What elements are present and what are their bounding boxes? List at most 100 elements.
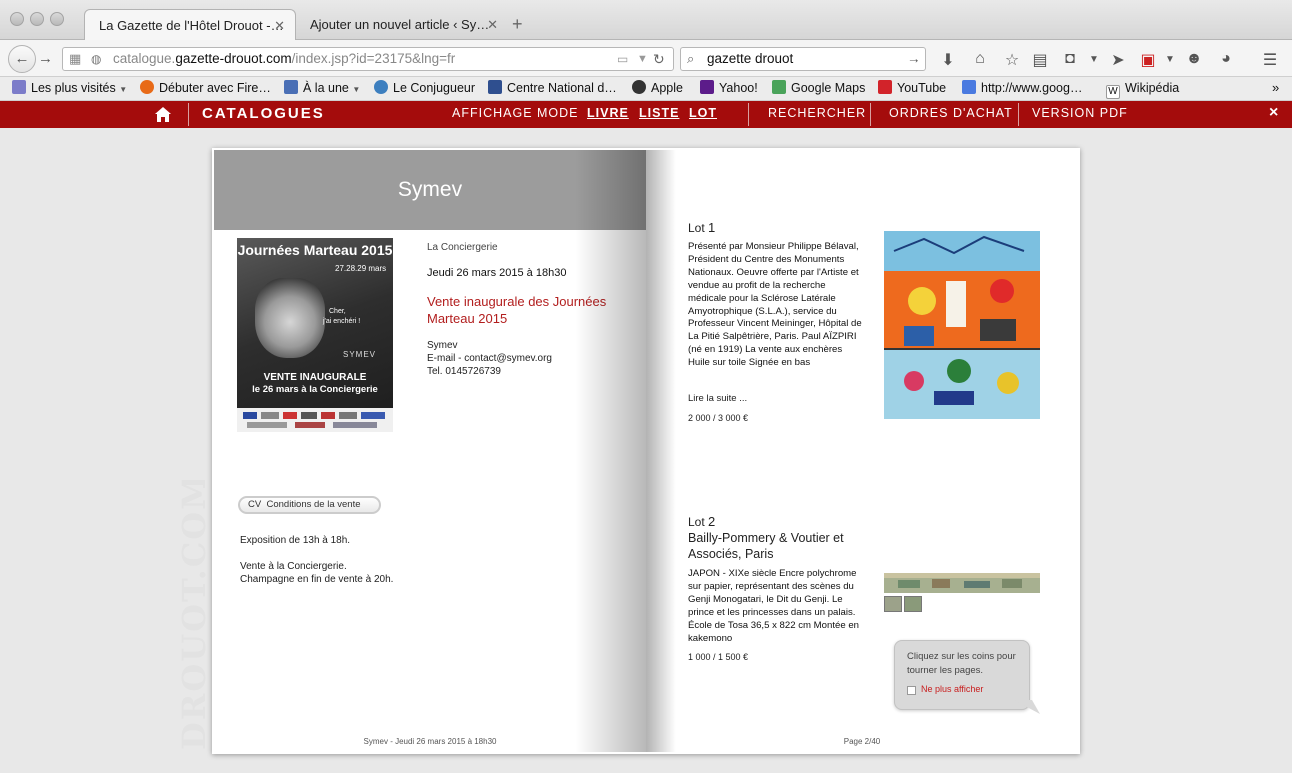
nav-divider <box>1018 103 1019 126</box>
nav-divider <box>188 103 189 126</box>
watermark-text: DROUOT.COM <box>176 480 212 750</box>
forward-arrow-icon[interactable]: → <box>38 50 53 67</box>
lot-2-heading[interactable]: Lot 2 <box>688 514 715 529</box>
url-domain: gazette-drouot.com <box>175 51 292 66</box>
poster-quote1: Cher, <box>329 308 346 315</box>
send-icon[interactable]: ➤ <box>1108 50 1128 70</box>
ordres-achat-link[interactable]: ORDRES D'ACHAT <box>889 106 1013 120</box>
poster-dates: 27.28.29 mars <box>335 264 387 273</box>
home-icon[interactable] <box>154 106 172 123</box>
home-icon[interactable]: ⌂ <box>970 50 990 68</box>
search-bar[interactable]: ⌕ gazette drouot → <box>680 47 926 71</box>
bookmarks-list-icon[interactable]: ▤ <box>1030 50 1050 70</box>
translate-icon[interactable]: ▣ <box>1138 50 1158 70</box>
sale-poster-image[interactable]: Journées Marteau 2015 27.28.29 mars Cher… <box>237 238 393 432</box>
tab-ajouter-article[interactable]: Ajouter un nouvel article ‹ Sy… ✕ <box>296 9 508 40</box>
bookmark-le-conjugueur[interactable]: Le Conjugueur <box>374 80 475 96</box>
back-arrow-icon[interactable]: ← <box>8 45 36 73</box>
book-gutter-shadow-right <box>646 150 676 752</box>
affichage-mode-label: AFFICHAGE MODE <box>452 106 579 120</box>
lot-1-description: Présenté par Monsieur Philippe Bélaval, … <box>688 241 862 369</box>
tab-gazette-drouot[interactable]: La Gazette de l'Hôtel Drouot -… ✕ <box>84 9 296 40</box>
contact-name: Symev <box>427 340 458 351</box>
lot-1-read-more-link[interactable]: Lire la suite ... <box>688 393 747 404</box>
window-zoom-button[interactable] <box>50 12 64 26</box>
extension-icon[interactable]: ◕ <box>1216 50 1236 68</box>
bookmark-label: YouTube <box>897 81 947 95</box>
search-icon: ⌕ <box>687 51 695 66</box>
bookmark-yahoo[interactable]: Yahoo! <box>700 80 758 96</box>
ne-plus-afficher-checkbox[interactable] <box>907 686 916 695</box>
contact-email[interactable]: E-mail - contact@symev.org <box>427 352 552 365</box>
version-pdf-link[interactable]: VERSION PDF <box>1032 106 1128 120</box>
ne-plus-afficher-label[interactable]: Ne plus afficher <box>921 684 983 694</box>
mode-liste-link[interactable]: LISTE <box>639 106 679 120</box>
lot-word: Lot <box>688 515 705 529</box>
cv-badge: CV <box>248 499 262 510</box>
bookmark-label: Centre National d… <box>507 81 617 95</box>
close-viewer-icon[interactable]: × <box>1269 104 1279 122</box>
sale-date: Jeudi 26 mars 2015 à 18h30 <box>427 267 567 279</box>
bookmark-a-la-une[interactable]: À la une ▼ <box>284 80 360 98</box>
lot-2-estimate: 1 000 / 1 500 € <box>688 652 749 662</box>
tab-title: Ajouter un nouvel article ‹ Sy… <box>310 17 490 32</box>
chevron-down-icon: ▼ <box>352 85 361 94</box>
new-tab-plus-icon[interactable]: + <box>512 14 523 35</box>
tab-close-icon[interactable]: ✕ <box>274 10 285 40</box>
lot-1-painting-image[interactable] <box>884 231 1040 419</box>
lot-2-scroll-image[interactable] <box>884 573 1040 593</box>
bookmark-label: Apple <box>651 81 683 95</box>
url-bar[interactable]: ▦ ◍ catalogue.gazette-drouot.com/index.j… <box>62 47 674 71</box>
menu-hamburger-icon[interactable]: ☰ <box>1260 50 1280 70</box>
bookmark-debuter-firefox[interactable]: Débuter avec Fire… <box>140 80 271 96</box>
bookmark-label: À la une <box>303 81 349 95</box>
download-icon[interactable]: ⬇ <box>938 50 958 70</box>
cnrtl-icon <box>488 80 502 94</box>
lot-number: 2 <box>708 514 716 529</box>
rechercher-link[interactable]: RECHERCHER <box>768 106 866 120</box>
chat-icon[interactable]: ☻ <box>1184 50 1204 68</box>
search-go-arrow-icon[interactable]: → <box>907 48 921 70</box>
bookmark-centre-national[interactable]: Centre National d… <box>488 80 617 96</box>
tab-close-icon[interactable]: ✕ <box>487 9 498 40</box>
bookmark-les-plus-visites[interactable]: Les plus visités ▼ <box>12 80 127 98</box>
google-maps-icon <box>772 80 786 94</box>
tab-title: La Gazette de l'Hôtel Drouot -… <box>99 18 284 33</box>
firefox-icon <box>140 80 154 94</box>
reload-icon[interactable]: ↻ <box>653 48 665 70</box>
dropdown-icon[interactable]: ▼ <box>637 48 648 70</box>
mode-livre-link[interactable]: LIVRE <box>587 106 629 120</box>
bookmark-google-url[interactable]: http://www.goog… <box>962 80 1082 96</box>
lot-1-heading[interactable]: Lot 1 <box>688 220 715 235</box>
bookmark-google-maps[interactable]: Google Maps <box>772 80 865 96</box>
bookmark-star-icon[interactable]: ☆ <box>1002 50 1022 70</box>
bookmark-youtube[interactable]: YouTube <box>878 80 946 96</box>
lot-word: Lot <box>688 221 705 235</box>
catalogues-brand[interactable]: CATALOGUES <box>202 105 325 122</box>
lot-number: 1 <box>708 220 716 235</box>
window-minimize-button[interactable] <box>30 12 44 26</box>
search-input[interactable]: gazette drouot <box>707 48 793 70</box>
reader-icon[interactable]: ▭ <box>617 48 628 70</box>
poster-line1: VENTE INAUGURALE <box>263 372 367 383</box>
bookmark-label: Le Conjugueur <box>393 81 476 95</box>
google-icon <box>962 80 976 94</box>
book-gutter-shadow-left <box>575 150 646 752</box>
url-prefix: catalogue. <box>113 51 176 66</box>
globe-icon: ◍ <box>91 52 102 66</box>
identity-icon[interactable]: ▦ <box>69 48 81 70</box>
pocket-dropdown-icon[interactable]: ▼ <box>1084 54 1104 65</box>
bookmark-wikipedia[interactable]: W Wikipédia <box>1106 80 1179 99</box>
lot-2-thumbnail-2[interactable] <box>904 596 922 612</box>
pocket-icon[interactable]: ◘ <box>1060 50 1080 68</box>
bookmark-label: Wikipédia <box>1125 81 1180 95</box>
bookmark-apple[interactable]: Apple <box>632 80 683 96</box>
mode-lot-link[interactable]: LOT <box>689 106 717 120</box>
window-close-button[interactable] <box>10 12 24 26</box>
translate-dropdown-icon[interactable]: ▼ <box>1160 54 1180 65</box>
folder-icon <box>12 80 26 94</box>
conditions-vente-button[interactable]: CV Conditions de la vente <box>238 496 381 514</box>
bookmarks-overflow-icon[interactable]: » <box>1272 80 1279 96</box>
lot-2-thumbnail-1[interactable] <box>884 596 902 612</box>
url-path: /index.jsp?id=23175&lng=fr <box>291 51 456 66</box>
